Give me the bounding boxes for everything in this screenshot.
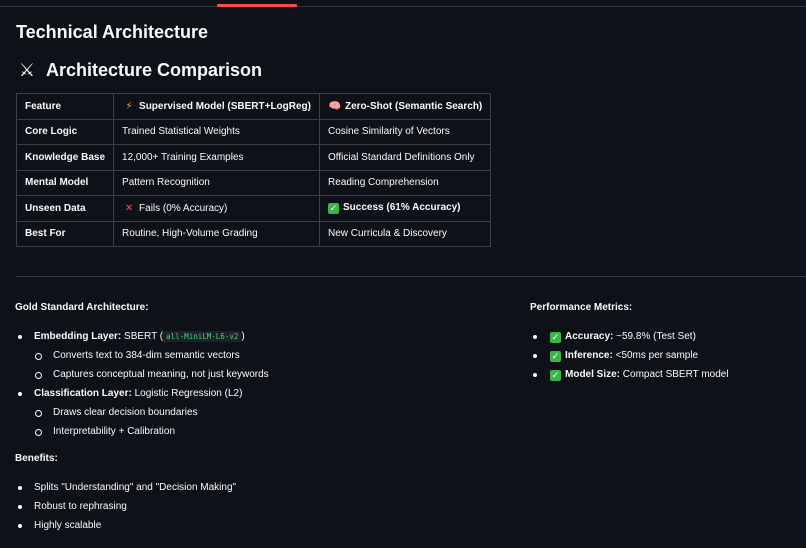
model-name-code: all-MiniLM-L6-v2	[163, 331, 242, 342]
list-item: ✓ Model Size: Compact SBERT model	[530, 365, 800, 384]
list-item: Classification Layer: Logistic Regressio…	[15, 384, 495, 403]
table-cell: Best For	[15, 220, 115, 247]
classification-sublist: Draws clear decision boundaries Interpre…	[15, 403, 495, 441]
list-item: Converts text to 384-dim semantic vector…	[15, 346, 495, 365]
table-header-row: Feature ⚡ Supervised Model (SBERT+LogReg)…	[15, 93, 492, 120]
table-cell: ✕ Fails (0% Accuracy)	[113, 195, 320, 222]
table-cell: Cosine Similarity of Vectors	[318, 118, 492, 145]
list-item: Embedding Layer: SBERT (all-MiniLM-L6-v2…	[15, 327, 495, 346]
benefits-list: Splits "Understanding" and "Decision Mak…	[15, 478, 495, 535]
list-item: Interpretability + Calibration	[15, 422, 495, 441]
check-mark-icon: ✓	[328, 203, 339, 215]
active-tab-indicator[interactable]	[217, 4, 297, 7]
page-title: Technical Architecture	[16, 22, 209, 42]
lightning-icon: ⚡	[125, 100, 133, 112]
table-cell: Reading Comprehension	[318, 169, 492, 196]
metrics-list: ✓ Accuracy: ~59.8% (Test Set) ✓ Inference:…	[530, 327, 800, 384]
table-header-cell: ⚡ Supervised Model (SBERT+LogReg)	[113, 93, 320, 120]
architecture-list: Embedding Layer: SBERT (all-MiniLM-L6-v2…	[15, 327, 495, 346]
table-cell: Official Standard Definitions Only	[318, 144, 492, 171]
table-cell: Trained Statistical Weights	[113, 118, 320, 145]
check-mark-icon: ✓	[550, 351, 561, 362]
table-cell: 12,000+ Training Examples	[113, 144, 320, 171]
architecture-column: Gold Standard Architecture: Embedding La…	[15, 302, 495, 535]
table-cell: New Curricula & Discovery	[318, 220, 492, 247]
crossed-swords-icon: ⚔	[18, 60, 36, 80]
section-heading-text: Architecture Comparison	[46, 60, 263, 80]
gold-standard-heading: Gold Standard Architecture:	[15, 302, 149, 313]
list-item: ✓ Accuracy: ~59.8% (Test Set)	[530, 327, 800, 346]
table-cell: Core Logic	[15, 118, 115, 145]
table-cell: Mental Model	[15, 169, 115, 196]
table-cell: Pattern Recognition	[113, 169, 320, 196]
list-item: Highly scalable	[15, 516, 495, 535]
table-cell: ✓ Success (61% Accuracy)	[318, 195, 492, 222]
list-item: Robust to rephrasing	[15, 497, 495, 516]
check-mark-icon: ✓	[550, 370, 561, 381]
performance-metrics-heading: Performance Metrics:	[530, 302, 633, 313]
list-item: Draws clear decision boundaries	[15, 403, 495, 422]
top-tab-bar	[0, 0, 806, 7]
section-divider	[16, 276, 806, 277]
section-heading: ⚔ Architecture Comparison	[16, 60, 262, 81]
list-item: Splits "Understanding" and "Decision Mak…	[15, 478, 495, 497]
list-item: Captures conceptual meaning, not just ke…	[15, 365, 495, 384]
table-row: Core Logic Trained Statistical Weights C…	[15, 118, 492, 145]
table-header-cell: 🧠 Zero-Shot (Semantic Search)	[318, 93, 492, 120]
check-mark-icon: ✓	[550, 332, 561, 343]
table-row: Knowledge Base 12,000+ Training Examples…	[15, 144, 492, 171]
metrics-column: Performance Metrics: ✓ Accuracy: ~59.8% (…	[530, 302, 800, 384]
architecture-list: Classification Layer: Logistic Regressio…	[15, 384, 495, 403]
comparison-table: Feature ⚡ Supervised Model (SBERT+LogReg)…	[15, 93, 492, 247]
embedding-sublist: Converts text to 384-dim semantic vector…	[15, 346, 495, 384]
list-item: ✓ Inference: <50ms per sample	[530, 346, 800, 365]
table-cell: Knowledge Base	[15, 144, 115, 171]
benefits-heading: Benefits:	[15, 453, 58, 464]
cross-mark-icon: ✕	[124, 202, 134, 214]
brain-icon: 🧠	[328, 100, 342, 112]
table-row: Best For Routine, High-Volume Grading Ne…	[15, 220, 492, 247]
table-cell: Routine, High-Volume Grading	[113, 220, 320, 247]
table-cell: Unseen Data	[15, 195, 115, 222]
table-header-cell: Feature	[15, 93, 115, 120]
table-row: Mental Model Pattern Recognition Reading…	[15, 169, 492, 196]
table-row: Unseen Data ✕ Fails (0% Accuracy) ✓ Succes…	[15, 195, 492, 222]
